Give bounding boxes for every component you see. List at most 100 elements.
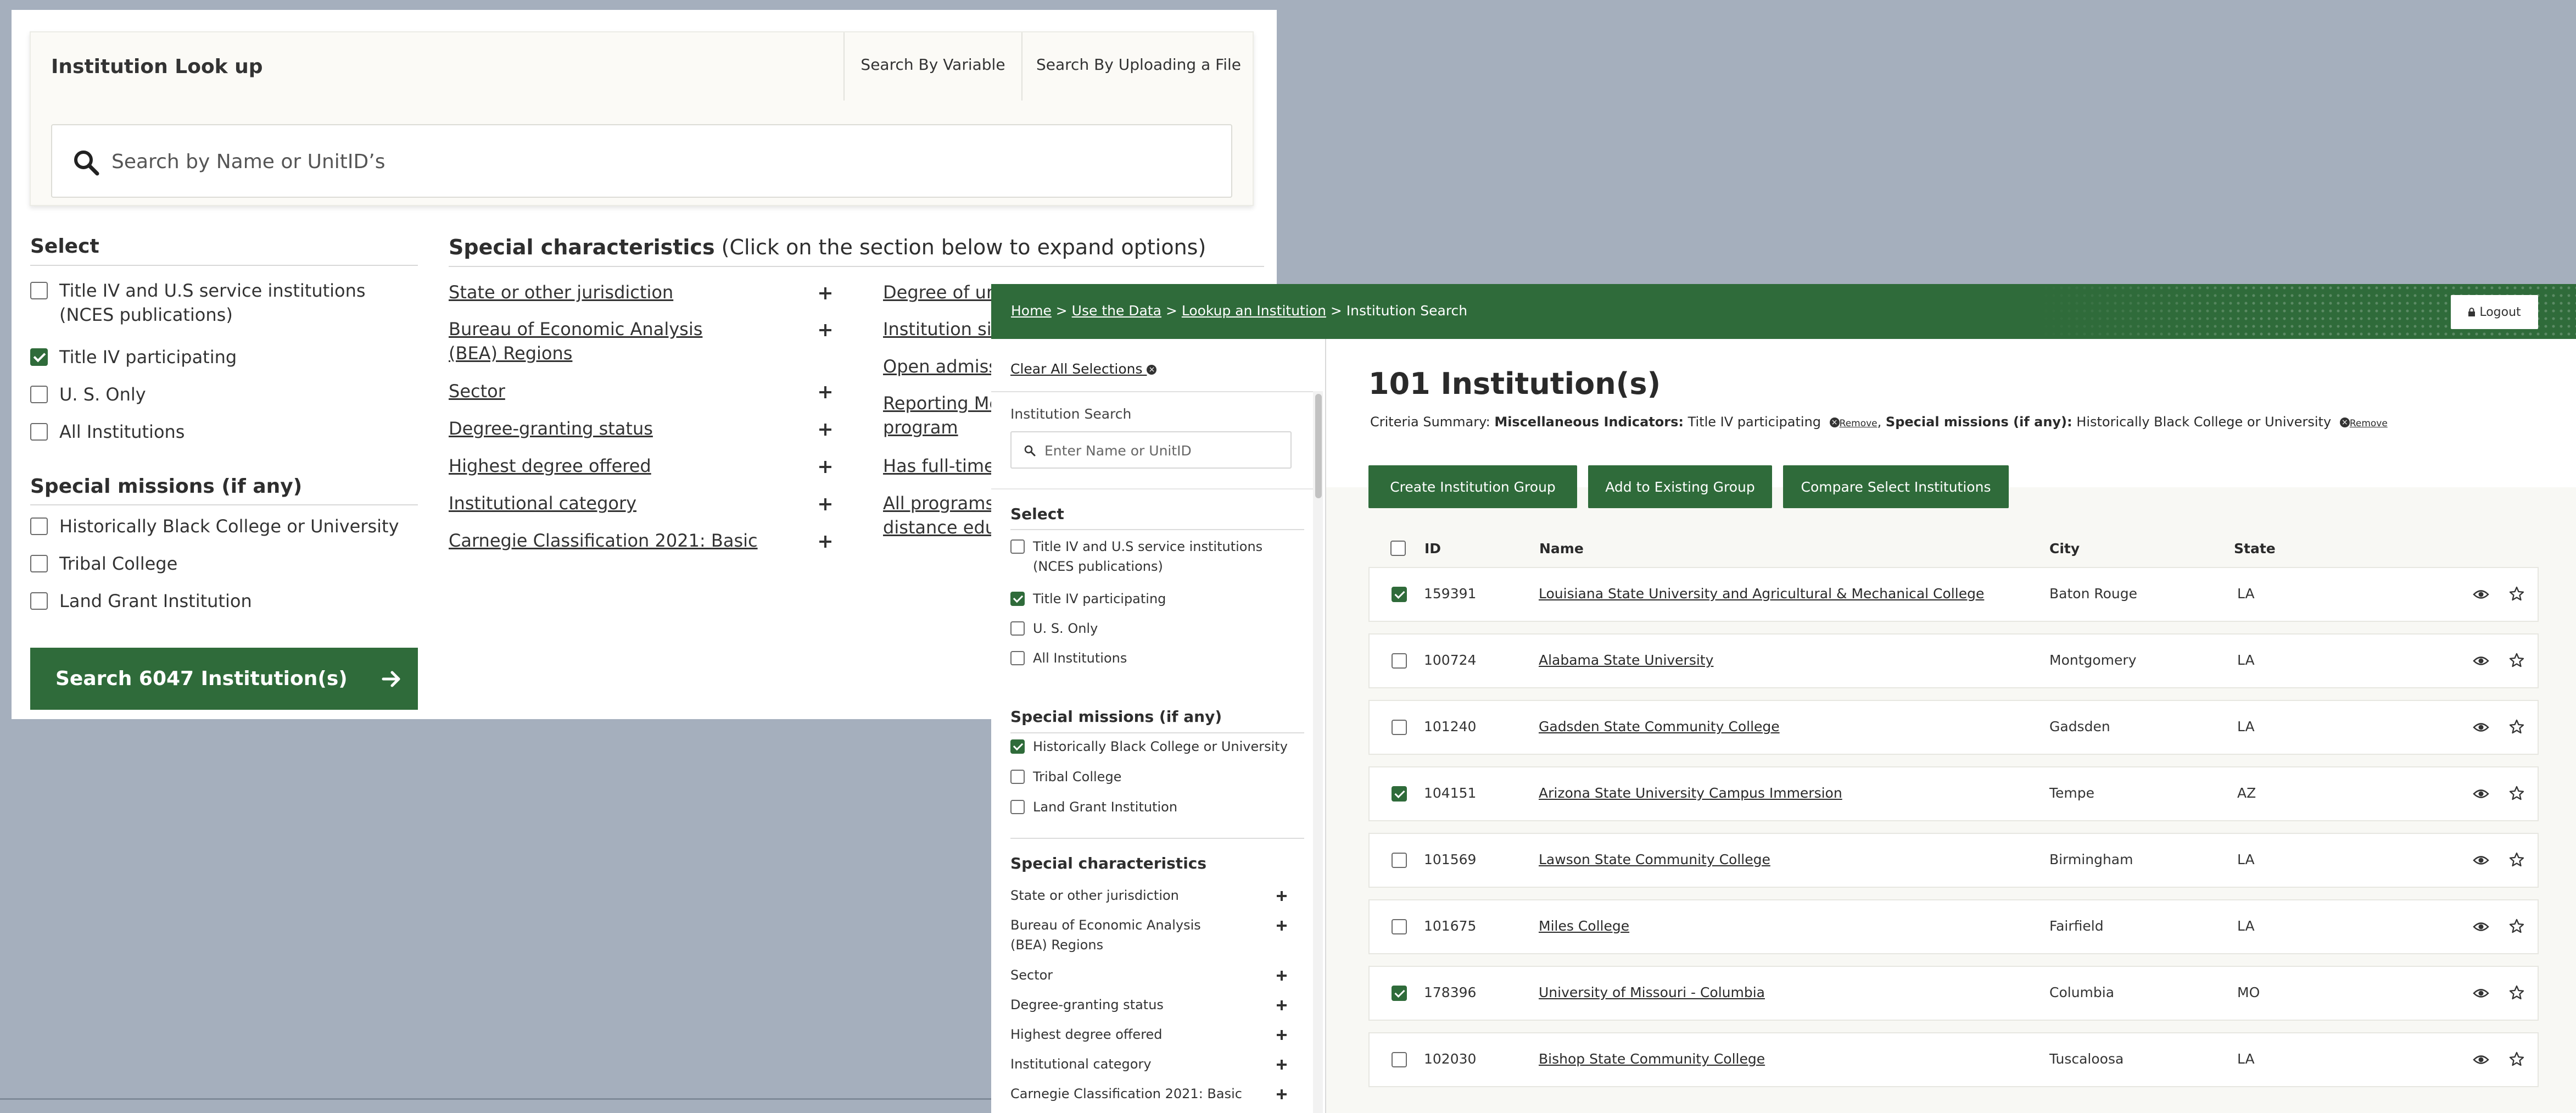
sidebar-select-option[interactable]: U. S. Only bbox=[1010, 619, 1098, 638]
plus-icon[interactable] bbox=[819, 461, 831, 473]
select-option[interactable]: Title IV participating bbox=[30, 345, 237, 369]
star-icon[interactable] bbox=[2509, 653, 2524, 668]
sidebar-char-bea[interactable]: Bureau of Economic Analysis (BEA) Region… bbox=[1010, 915, 1219, 955]
plus-icon[interactable] bbox=[1277, 1000, 1287, 1010]
cell-name-link[interactable]: Gadsden State Community College bbox=[1539, 719, 1780, 734]
select-option[interactable]: U. S. Only bbox=[30, 382, 146, 407]
eye-icon[interactable] bbox=[2473, 588, 2489, 600]
mission-option[interactable]: Tribal College bbox=[30, 552, 177, 576]
sidebar-mission-option[interactable]: Tribal College bbox=[1010, 767, 1121, 787]
sidebar-char-carnegie[interactable]: Carnegie Classification 2021: Basic bbox=[1010, 1084, 1242, 1104]
column-header-city[interactable]: City bbox=[2049, 541, 2080, 556]
star-icon[interactable] bbox=[2509, 719, 2524, 734]
sidebar-char-highest-degree[interactable]: Highest degree offered bbox=[1010, 1025, 1163, 1044]
checkbox[interactable] bbox=[1010, 800, 1025, 814]
row-checkbox[interactable] bbox=[1392, 587, 1407, 602]
remove-criterion-link[interactable]: Remove bbox=[2350, 418, 2388, 429]
select-all-checkbox[interactable] bbox=[1390, 541, 1406, 556]
row-checkbox[interactable] bbox=[1392, 720, 1407, 735]
cell-name-link[interactable]: Alabama State University bbox=[1539, 652, 1713, 668]
cell-name-link[interactable]: Louisiana State University and Agricultu… bbox=[1539, 586, 1984, 602]
remove-criterion-link[interactable]: Remove bbox=[1840, 418, 1877, 429]
plus-icon[interactable] bbox=[819, 287, 831, 299]
breadcrumb-use-the-data[interactable]: Use the Data bbox=[1072, 303, 1161, 319]
plus-icon[interactable] bbox=[819, 498, 831, 510]
checkbox[interactable] bbox=[30, 555, 48, 572]
sidebar-char-institutional-category[interactable]: Institutional category bbox=[1010, 1054, 1152, 1074]
search-by-variable-link[interactable]: Search By Variable bbox=[843, 32, 1021, 101]
sidebar-select-option[interactable]: All Institutions bbox=[1010, 648, 1127, 668]
characteristic-carnegie[interactable]: Carnegie Classification 2021: Basic bbox=[449, 528, 758, 553]
characteristic-reporting-method[interactable]: Reporting Me program bbox=[883, 391, 1004, 439]
characteristic-degree-granting[interactable]: Degree-granting status bbox=[449, 416, 653, 441]
create-group-button[interactable]: Create Institution Group bbox=[1368, 465, 1577, 508]
plus-icon[interactable] bbox=[819, 324, 831, 336]
row-checkbox[interactable] bbox=[1392, 986, 1407, 1001]
cell-name-link[interactable]: Lawson State Community College bbox=[1539, 852, 1770, 867]
plus-icon[interactable] bbox=[1277, 1089, 1287, 1099]
sidebar-select-option[interactable]: Title IV and U.S service institutions (N… bbox=[1010, 537, 1296, 576]
characteristic-open-admission[interactable]: Open admiss bbox=[883, 354, 998, 379]
plus-icon[interactable] bbox=[819, 386, 831, 398]
clear-all-selections[interactable]: Clear All Selections × bbox=[1010, 361, 1157, 377]
row-checkbox[interactable] bbox=[1392, 853, 1407, 868]
search-institutions-button[interactable]: Search 6047 Institution(s) bbox=[30, 648, 418, 710]
cell-name-link[interactable]: Miles College bbox=[1539, 918, 1629, 934]
plus-icon[interactable] bbox=[1277, 1030, 1287, 1040]
sidebar-char-degree-granting[interactable]: Degree-granting status bbox=[1010, 995, 1164, 1015]
plus-icon[interactable] bbox=[819, 424, 831, 436]
sidebar-select-option[interactable]: Title IV participating bbox=[1010, 589, 1166, 609]
checkbox[interactable] bbox=[30, 282, 48, 299]
eye-icon[interactable] bbox=[2473, 788, 2489, 800]
checkbox[interactable] bbox=[1010, 770, 1025, 784]
compare-button[interactable]: Compare Select Institutions bbox=[1783, 465, 2009, 508]
row-checkbox[interactable] bbox=[1392, 653, 1407, 669]
checkbox[interactable] bbox=[30, 348, 48, 366]
eye-icon[interactable] bbox=[2473, 921, 2489, 933]
checkbox[interactable] bbox=[1010, 539, 1025, 554]
checkbox[interactable] bbox=[1010, 651, 1025, 665]
row-checkbox[interactable] bbox=[1392, 919, 1407, 934]
characteristic-full-time[interactable]: Has full-time bbox=[883, 454, 995, 478]
sidebar-scrollbar-thumb[interactable] bbox=[1315, 394, 1322, 498]
star-icon[interactable] bbox=[2509, 919, 2524, 934]
star-icon[interactable] bbox=[2509, 1051, 2524, 1067]
characteristic-sector[interactable]: Sector bbox=[449, 379, 505, 403]
breadcrumb-home[interactable]: Home bbox=[1011, 303, 1052, 319]
characteristic-bea-regions[interactable]: Bureau of Economic Analysis (BEA) Region… bbox=[449, 317, 723, 365]
mission-option[interactable]: Historically Black College or University bbox=[30, 514, 399, 538]
eye-icon[interactable] bbox=[2473, 854, 2489, 866]
characteristic-distance-education[interactable]: All programs distance edu bbox=[883, 491, 1004, 539]
sidebar-mission-option[interactable]: Historically Black College or University bbox=[1010, 737, 1288, 756]
checkbox[interactable] bbox=[1010, 739, 1025, 754]
eye-icon[interactable] bbox=[2473, 655, 2489, 667]
column-header-id[interactable]: ID bbox=[1424, 541, 1441, 556]
checkbox[interactable] bbox=[1010, 592, 1025, 606]
sidebar-char-sector[interactable]: Sector bbox=[1010, 965, 1053, 985]
characteristic-state[interactable]: State or other jurisdiction bbox=[449, 280, 673, 304]
checkbox[interactable] bbox=[1010, 621, 1025, 636]
checkbox[interactable] bbox=[30, 423, 48, 441]
star-icon[interactable] bbox=[2509, 586, 2524, 602]
logout-button[interactable]: Logout bbox=[2451, 295, 2538, 329]
column-header-name[interactable]: Name bbox=[1539, 541, 1584, 556]
star-icon[interactable] bbox=[2509, 985, 2524, 1000]
cell-name-link[interactable]: University of Missouri - Columbia bbox=[1539, 984, 1765, 1000]
characteristic-highest-degree[interactable]: Highest degree offered bbox=[449, 454, 651, 478]
mission-option[interactable]: Land Grant Institution bbox=[30, 589, 252, 613]
sidebar-char-state[interactable]: State or other jurisdiction bbox=[1010, 886, 1179, 905]
plus-icon[interactable] bbox=[1277, 891, 1287, 901]
checkbox[interactable] bbox=[30, 592, 48, 610]
lookup-search-input[interactable] bbox=[111, 141, 1155, 182]
plus-icon[interactable] bbox=[819, 536, 831, 548]
row-checkbox[interactable] bbox=[1392, 1052, 1407, 1067]
sidebar-mission-option[interactable]: Land Grant Institution bbox=[1010, 797, 1177, 817]
breadcrumb-lookup[interactable]: Lookup an Institution bbox=[1182, 303, 1326, 319]
sidebar-scrollbar[interactable] bbox=[1313, 391, 1323, 1113]
characteristic-degree-of-urbanization[interactable]: Degree of urb bbox=[883, 280, 1004, 304]
characteristic-institutional-category[interactable]: Institutional category bbox=[449, 491, 636, 515]
row-checkbox[interactable] bbox=[1392, 786, 1407, 802]
characteristic-institution-size[interactable]: Institution si bbox=[883, 317, 992, 341]
plus-icon[interactable] bbox=[1277, 921, 1287, 931]
checkbox[interactable] bbox=[30, 517, 48, 535]
